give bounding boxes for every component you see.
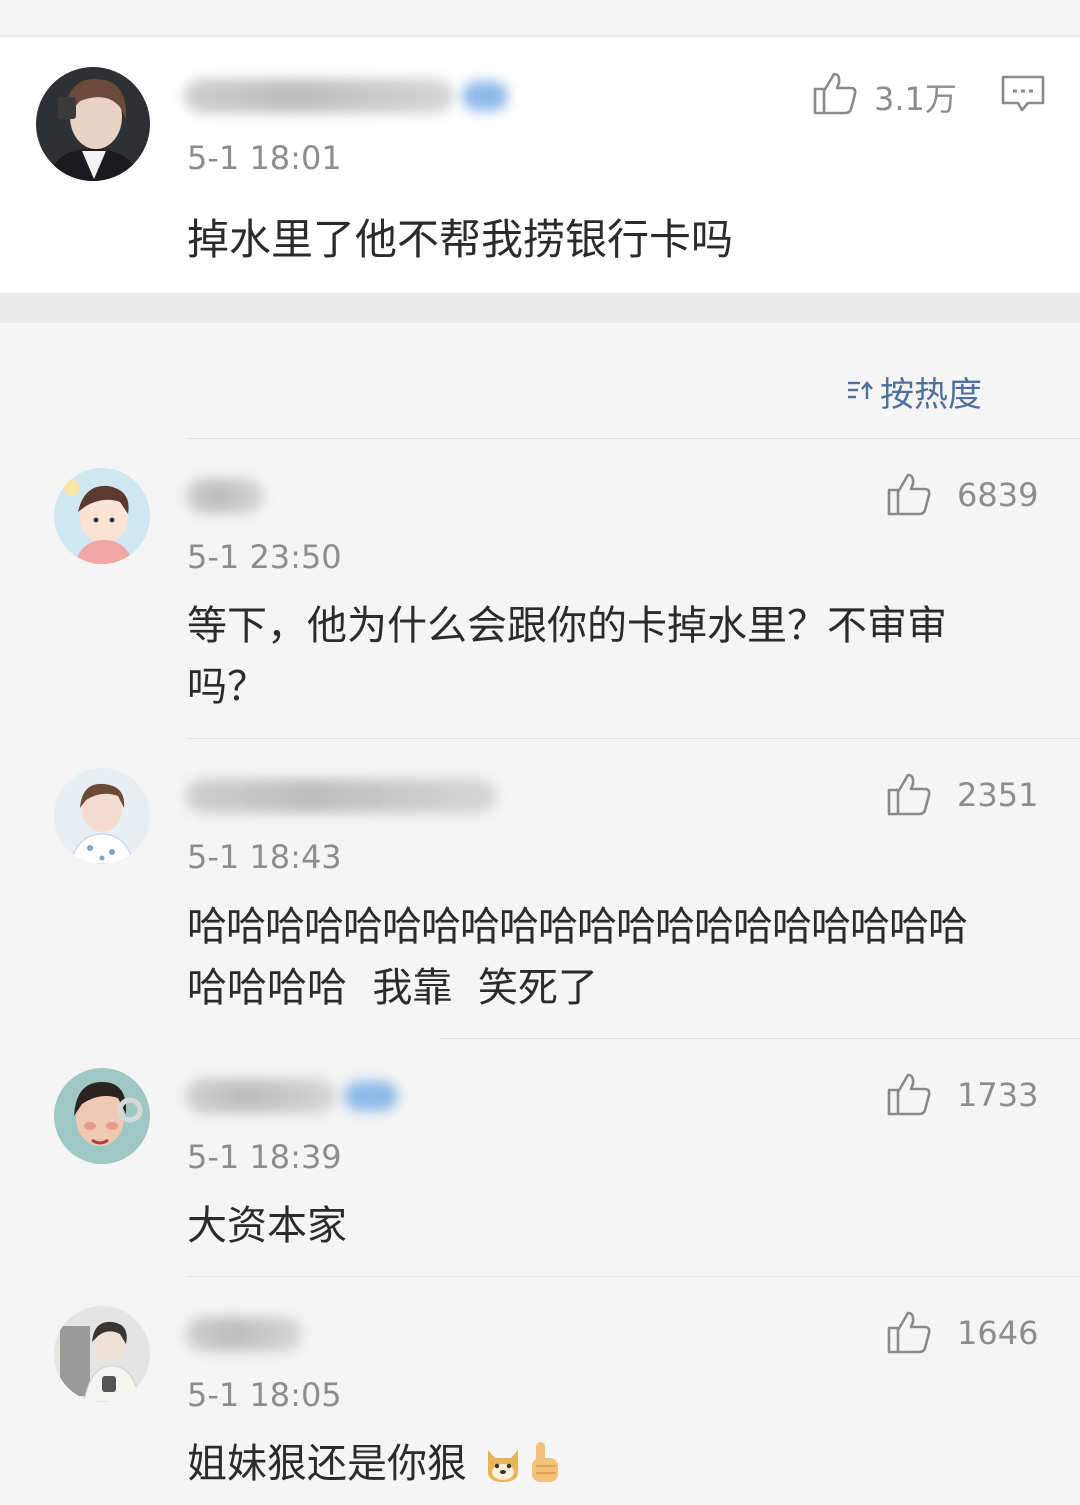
avatar[interactable] xyxy=(54,468,150,564)
section-divider xyxy=(0,293,1080,323)
avatar[interactable] xyxy=(54,768,150,864)
divider xyxy=(186,438,1080,439)
divider xyxy=(186,1276,1080,1277)
like-count: 1733 xyxy=(957,1076,1039,1114)
reply-text-line-1: 等下，他为什么会跟你的卡掉水里？不审审 xyxy=(187,603,947,649)
reply-text-line-2: 哈哈哈哈 我靠 笑死了 xyxy=(187,965,598,1011)
like-icon[interactable] xyxy=(886,1072,932,1120)
sort-by-hot-button[interactable]: 按热度 xyxy=(846,367,982,416)
reply-time: 5-1 18:43 xyxy=(187,838,342,876)
reply-text-line-2: 吗？ xyxy=(187,664,267,710)
reply-text-line-1: 姐妹狠还是你狠 xyxy=(187,1441,467,1487)
reply-text-line-1: 大资本家 xyxy=(187,1203,347,1249)
divider xyxy=(186,738,1080,739)
reply-time: 5-1 18:39 xyxy=(187,1138,342,1176)
sort-label: 按热度 xyxy=(880,375,982,415)
username-blurred[interactable] xyxy=(186,1317,302,1351)
top-strip xyxy=(0,0,1080,37)
like-icon[interactable] xyxy=(812,71,858,119)
reply-time: 5-1 23:50 xyxy=(187,538,342,576)
avatar[interactable] xyxy=(54,1306,150,1402)
like-icon[interactable] xyxy=(886,772,932,820)
thumbs-up-emoji xyxy=(528,1440,562,1488)
username-blurred[interactable] xyxy=(186,779,496,813)
doge-emoji xyxy=(482,1442,524,1488)
like-count: 1646 xyxy=(957,1314,1039,1352)
avatar[interactable] xyxy=(54,1068,150,1164)
comment-icon[interactable] xyxy=(1000,74,1046,118)
user-badge xyxy=(462,81,508,111)
avatar[interactable] xyxy=(36,67,150,181)
comment-text: 掉水里了他不帮我捞银行卡吗 xyxy=(187,215,734,264)
reply-time: 5-1 18:05 xyxy=(187,1376,342,1414)
like-count: 2351 xyxy=(957,776,1039,814)
sort-icon xyxy=(846,377,874,407)
reply-text-line-1: 哈哈哈哈哈哈哈哈哈哈哈哈哈哈哈哈哈哈哈哈 xyxy=(187,904,968,950)
username-blurred[interactable] xyxy=(184,79,454,113)
username-blurred[interactable] xyxy=(186,479,264,513)
username-blurred[interactable] xyxy=(186,1079,336,1113)
like-count: 6839 xyxy=(957,476,1039,514)
user-badge xyxy=(344,1081,398,1111)
divider xyxy=(440,1038,1080,1039)
main-comment-card: 3.1万 5-1 18:01 掉水里了他不帮我捞银行卡吗 xyxy=(0,37,1080,293)
like-icon[interactable] xyxy=(886,472,932,520)
comment-time: 5-1 18:01 xyxy=(187,139,342,177)
like-icon[interactable] xyxy=(886,1310,932,1358)
like-count: 3.1万 xyxy=(874,80,957,118)
